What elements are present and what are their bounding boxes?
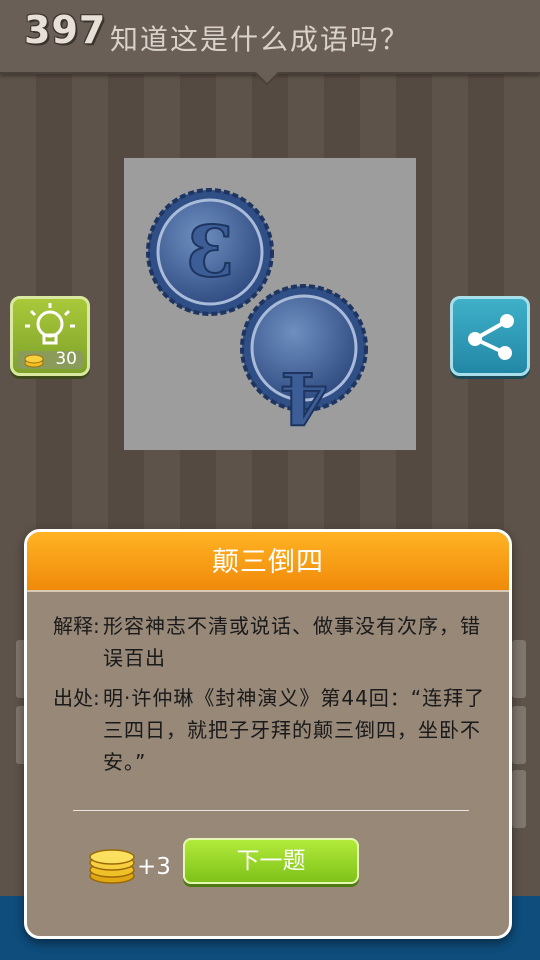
coin-three-symbol: 3 [186, 210, 235, 293]
hint-cost: 30 [55, 349, 77, 369]
level-number: 397 [24, 8, 107, 52]
answer-dialog: 颠三倒四 解释: 形容神志不清或说话、做事没有次序，错误百出 出处: 明·许仲琳… [24, 529, 512, 939]
coin-four: 4 [240, 284, 368, 440]
answer-slot-right-1 [512, 640, 526, 698]
next-question-button[interactable]: 下一题 [183, 838, 359, 884]
share-button[interactable] [450, 296, 530, 376]
coin-reward: +3 [137, 854, 171, 880]
answer-slot-right-2 [512, 706, 526, 764]
divider [73, 810, 469, 811]
hint-button[interactable]: 30 [10, 296, 90, 376]
coin-stack-icon [89, 849, 135, 884]
answer-title: 颠三倒四 [27, 532, 509, 592]
question-text: 知道这是什么成语吗？ [110, 23, 411, 56]
share-icon [468, 314, 514, 360]
puzzle-coins: 3 4 [146, 188, 368, 440]
coin-four-symbol: 4 [280, 356, 329, 439]
answer-slot-right-3 [512, 770, 526, 828]
puzzle-image: 3 4 [124, 158, 416, 450]
coin-stack-icon [24, 354, 44, 368]
explanation-label: 解释: [53, 614, 100, 638]
coin-three: 3 [146, 188, 274, 316]
source-text: 明·许仲琳《封神演义》第44回：“连拜了三四日，就把子牙拜的颠三倒四，坐卧不安。… [103, 686, 486, 774]
explanation-text: 形容神志不清或说话、做事没有次序，错误百出 [103, 614, 481, 670]
source-label: 出处: [53, 686, 100, 710]
source-row: 出处: 明·许仲琳《封神演义》第44回：“连拜了三四日，就把子牙拜的颠三倒四，坐… [53, 682, 493, 782]
explanation-row: 解释: 形容神志不清或说话、做事没有次序，错误百出 [53, 610, 493, 674]
